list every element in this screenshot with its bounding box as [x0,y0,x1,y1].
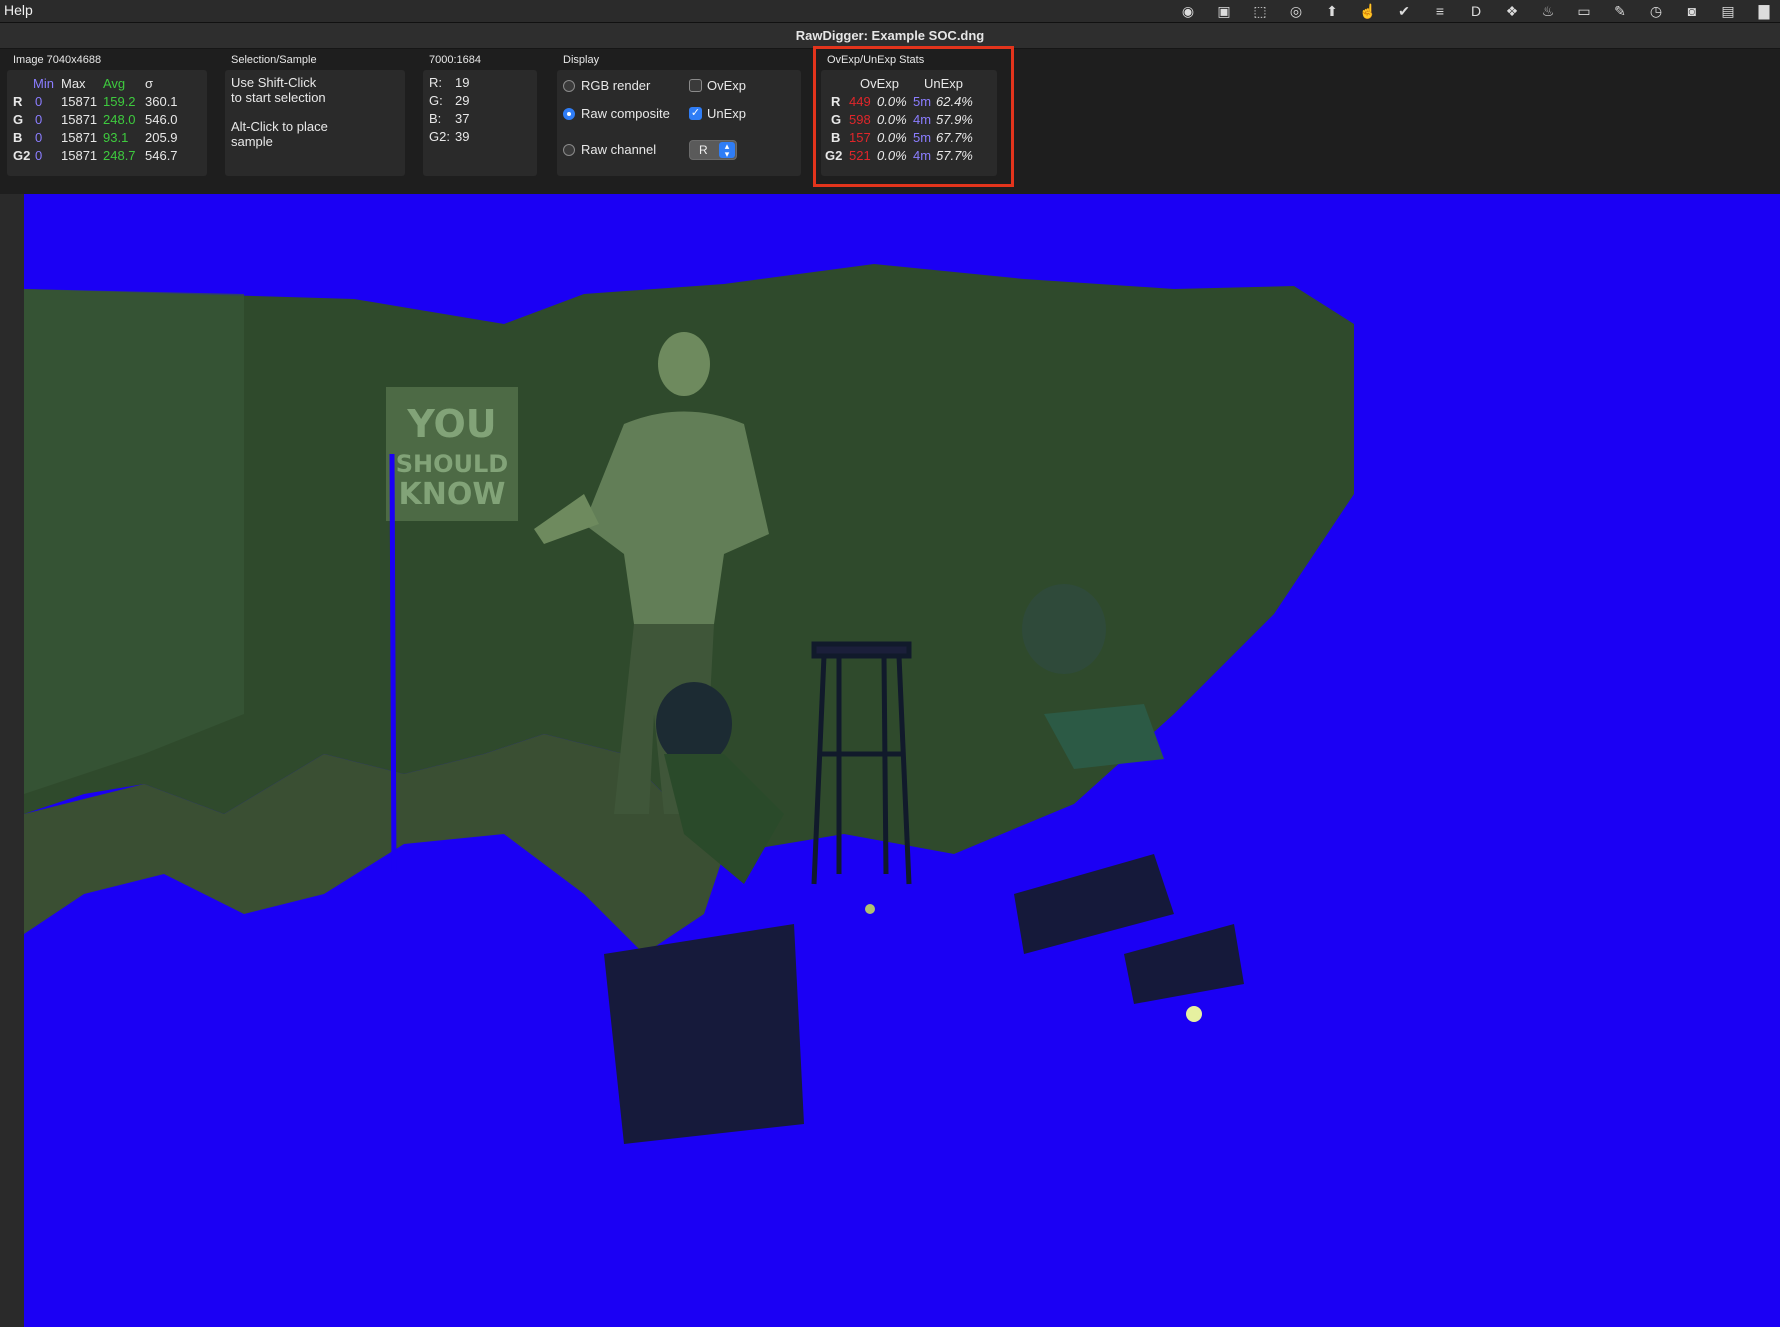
stat-avg: 248.7 [103,148,136,163]
image-stats-title: Image 7040x4688 [13,54,102,66]
checkmark-icon: ✓ [690,107,701,119]
transmit-icon[interactable]: ⬆ [1322,3,1342,19]
toggle-icon[interactable]: ▭ [1574,3,1594,19]
annotation-highlight-box [813,46,1014,187]
pencil-icon[interactable]: ✎ [1610,3,1630,19]
stat-channel: G2 [13,148,31,163]
audience-head [656,682,732,766]
cup-icon[interactable]: ◙ [1682,3,1702,19]
raw-composite-label[interactable]: Raw composite [581,106,670,121]
select-arrows-icon: ▴ ▾ [719,142,735,159]
pixel-box: R: 19 G: 29 B: 37 G2: 39 [423,70,537,176]
flame-icon[interactable]: ♨ [1538,3,1558,19]
task-checkmark-icon[interactable]: ✔ [1394,3,1414,19]
raw-image-view[interactable]: YOU SHOULD KNOW [24,194,1780,1327]
raw-channel-label[interactable]: Raw channel [581,142,656,157]
d-app-icon[interactable]: D [1466,3,1486,19]
screenshot-app-icon[interactable]: ⬚ [1250,3,1270,19]
unexp-checkbox[interactable]: ✓ [689,107,702,120]
sample-hint: Alt-Click to place [231,119,328,134]
folding-chair [1014,854,1174,954]
clock-icon[interactable]: ◷ [1646,3,1666,19]
creative-cloud-icon[interactable]: ◉ [1178,3,1198,19]
channel-select-value: R [699,143,708,157]
stat-channel: G [13,112,24,127]
poster-text: YOU [406,402,496,446]
candle-light [1186,1006,1202,1022]
stat-channel: B [13,130,23,145]
menu-extras: ◉ ▣ ⬚ ◎ ⬆ ☝ ✔ ≡ D ❖ ♨ ▭ ✎ ◷ ◙ ▤ ▇ [1178,0,1774,22]
stat-sigma: 546.0 [145,112,178,127]
stat-min: 0 [35,94,43,109]
rgb-render-radio[interactable] [563,80,575,92]
stat-sigma: 360.1 [145,94,178,109]
candle-light [865,904,875,914]
header-min: Min [33,76,54,91]
folding-chair [604,924,804,1144]
poster-text: SHOULD [396,450,508,478]
stat-max: 15871 [61,94,98,109]
pixel-label: G2: [429,129,450,144]
selection-title: Selection/Sample [231,54,317,66]
pixel-coordinate: 7000:1684 [429,54,481,66]
stat-avg: 248.0 [103,112,136,127]
raw-channel-radio[interactable] [563,144,575,156]
pixel-label: B: [429,111,442,126]
menu-help[interactable]: Help [4,2,33,18]
raw-composite-radio[interactable] [563,108,575,120]
image-canvas: YOU SHOULD KNOW [24,264,1354,1144]
audience-head [1022,584,1106,674]
pixel-label: G: [429,93,443,108]
poster-text: KNOW [399,477,506,512]
selection-box: Use Shift-Click to start selection Alt-C… [225,70,405,176]
channel-select[interactable]: R ▴ ▾ [689,140,737,160]
sample-hint: sample [231,134,273,149]
window-title: RawDigger: Example SOC.dng [795,28,985,43]
stack-app-icon[interactable]: ≡ [1430,3,1450,19]
battery-icon[interactable]: ▇ [1754,3,1774,19]
unexp-label[interactable]: UnExp [707,106,746,121]
folding-chair [1124,924,1244,1004]
wall-left-shade [24,289,244,794]
display-box: RGB render Raw composite Raw channel OvE… [557,70,801,176]
ovexp-label[interactable]: OvExp [707,78,746,93]
left-gutter [0,194,25,1327]
header-max: Max [61,76,86,91]
selection-hint: Use Shift-Click [231,75,317,90]
stat-avg: 93.1 [103,130,129,145]
rgb-render-label[interactable]: RGB render [581,78,650,93]
adobe-creative-cloud-icon[interactable]: ◎ [1286,3,1306,19]
menu-bar: Help ◉ ▣ ⬚ ◎ ⬆ ☝ ✔ ≡ D ❖ ♨ ▭ ✎ ◷ ◙ ▤ ▇ [0,0,1780,23]
pixel-value: 39 [455,129,470,144]
pixel-value: 19 [455,75,470,90]
stat-max: 15871 [61,130,98,145]
pixel-value: 37 [455,111,470,126]
stat-max: 15871 [61,148,98,163]
stat-sigma: 205.9 [145,130,178,145]
poster: YOU SHOULD KNOW [386,387,518,521]
pixel-label: R: [429,75,442,90]
image-stats-box: Min Max Avg σ R 0 15871 159.2 360.1 G 0 … [7,70,207,176]
display-title: Display [563,54,600,66]
stat-channel: R [13,94,23,109]
gesture-app-icon[interactable]: ☝ [1358,3,1378,19]
cloud-app-icon[interactable]: ▣ [1214,3,1234,19]
dropbox-icon[interactable]: ❖ [1502,3,1522,19]
stat-min: 0 [35,112,43,127]
stat-max: 15871 [61,112,98,127]
display-icon[interactable]: ▤ [1718,3,1738,19]
header-avg: Avg [103,76,126,91]
stat-min: 0 [35,130,43,145]
header-sigma: σ [145,76,154,91]
ovexp-checkbox[interactable] [689,79,702,92]
stat-sigma: 546.7 [145,148,178,163]
pixel-value: 29 [455,93,470,108]
stat-avg: 159.2 [103,94,136,109]
mic-stand [389,453,397,875]
selection-hint: to start selection [231,90,326,105]
stat-min: 0 [35,148,43,163]
